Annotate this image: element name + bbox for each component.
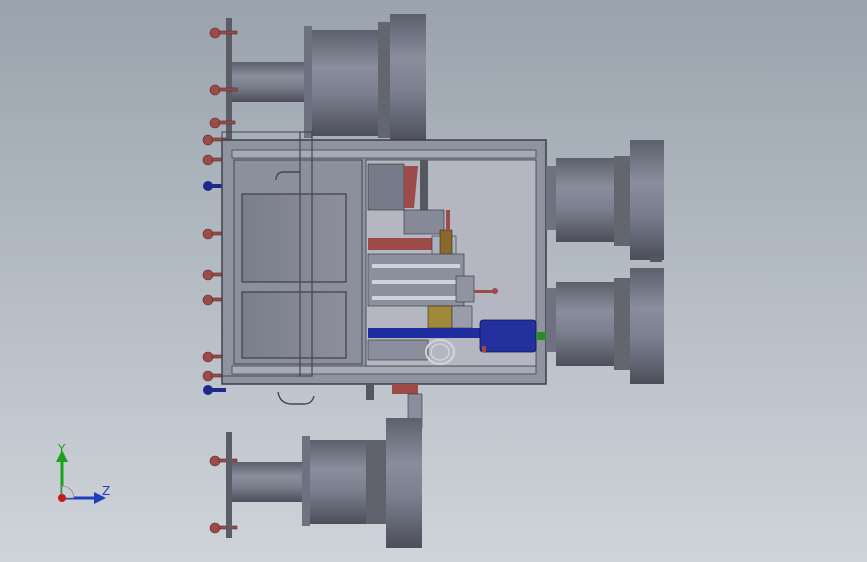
- right-lower-roller: [546, 268, 664, 384]
- cad-viewport[interactable]: Y Z: [0, 0, 867, 562]
- triad-axes: [56, 450, 106, 504]
- machine-assembly-model[interactable]: [0, 0, 867, 562]
- z-axis-label: Z: [102, 484, 111, 498]
- bottom-roller-assembly: [226, 418, 422, 548]
- x-axis-origin: [58, 494, 66, 502]
- right-upper-roller: [546, 140, 664, 262]
- coordinate-triad: Y Z: [40, 436, 130, 516]
- top-roller-assembly: [226, 14, 426, 142]
- y-axis-label: Y: [58, 442, 66, 456]
